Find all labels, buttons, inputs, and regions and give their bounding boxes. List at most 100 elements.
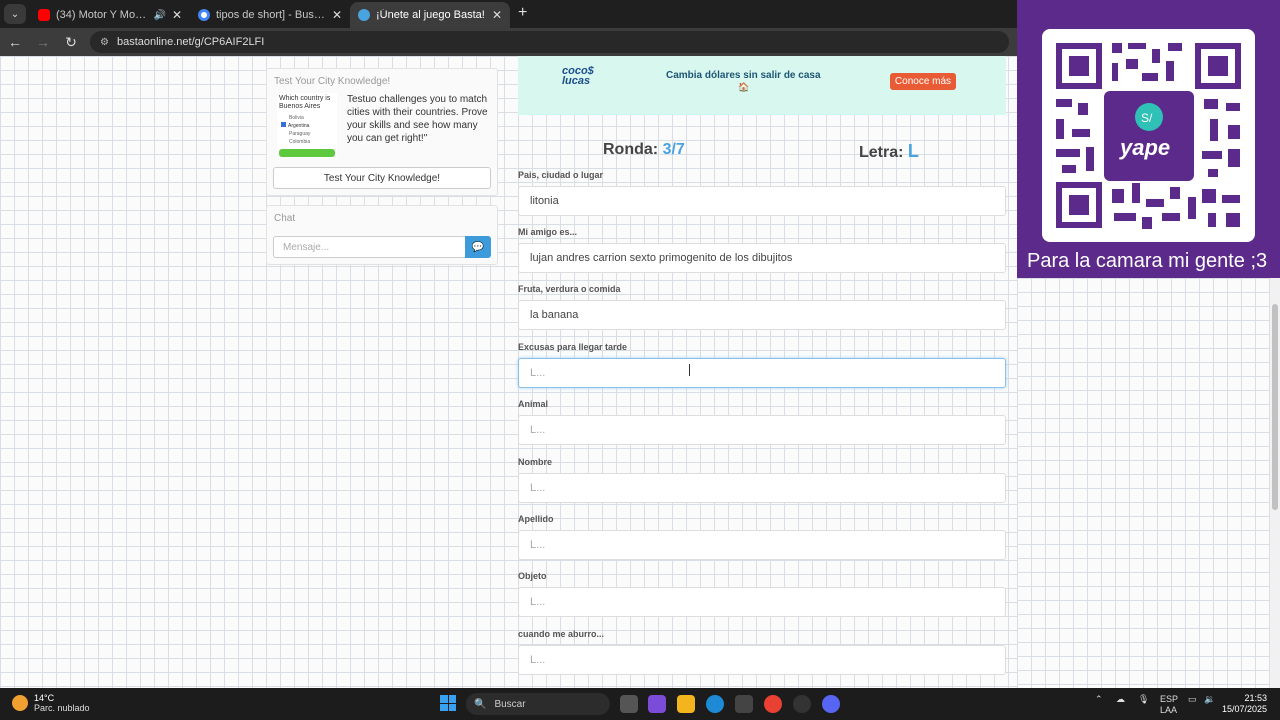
test-city-knowledge-button[interactable]: Test Your City Knowledge! <box>273 167 491 189</box>
round-value: 3/7 <box>662 141 685 158</box>
close-icon[interactable]: ✕ <box>172 8 182 22</box>
store-icon[interactable] <box>735 695 753 713</box>
clock-time: 21:53 <box>1244 693 1268 703</box>
new-tab-icon[interactable]: + <box>510 4 535 28</box>
field-input-amigo[interactable]: lujan andres carrion sexto primogenito d… <box>518 243 1006 273</box>
microphone-icon[interactable]: 🎙 <box>1138 694 1149 705</box>
clock[interactable]: 21:53 15/07/2025 <box>1222 693 1267 715</box>
google-icon <box>198 9 210 21</box>
back-icon[interactable]: ← <box>6 34 24 50</box>
tab-title: ¡Únete al juego Basta! <box>376 9 485 21</box>
field-label-apellido: Apellido <box>518 514 554 524</box>
field-label-amigo: Mi amigo es... <box>518 227 578 237</box>
field-input-aburro[interactable]: L... <box>518 645 1006 675</box>
file-explorer-icon[interactable] <box>677 695 695 713</box>
url-field[interactable]: ⚙ bastaonline.net/g/CP6AIF2LFI <box>90 31 1009 53</box>
tab-search-icon[interactable]: ⌄ <box>4 4 26 24</box>
ad-cta-button[interactable]: Conoce más <box>890 73 956 90</box>
quiz-image-button <box>279 149 335 157</box>
qr-code-graphic: S/ yape <box>1056 43 1241 229</box>
scrollbar-thumb[interactable] <box>1272 304 1278 510</box>
quiz-preview-image[interactable]: Which country is Buenos Aires Bolivia Ar… <box>277 93 337 159</box>
field-input-fruta[interactable]: la banana <box>518 300 1006 330</box>
windows-start-icon[interactable] <box>440 695 456 711</box>
reload-icon[interactable]: ↻ <box>62 34 80 51</box>
stream-overlay: S/ yape Para la camara mi gente ;3 <box>1017 0 1280 278</box>
field-label-fruta: Fruta, verdura o comida <box>518 284 621 294</box>
field-label-nombre: Nombre <box>518 457 553 467</box>
basta-icon <box>358 9 370 21</box>
taskbar-search[interactable]: 🔍 Buscar <box>466 693 610 715</box>
tab-youtube[interactable]: (34) Motor Y Motivo - YouTube 🔊 ✕ <box>30 2 190 28</box>
forward-icon[interactable]: → <box>34 34 52 50</box>
field-input-apellido[interactable]: L... <box>518 530 1006 560</box>
search-icon: 🔍 <box>474 698 487 710</box>
quiz-image-option: Argentina <box>279 122 335 130</box>
qr-code: S/ yape <box>1042 29 1255 242</box>
field-label-pais: Pais, ciudad o lugar <box>518 170 604 180</box>
language-text: ESP <box>1160 694 1179 704</box>
task-view-icon[interactable] <box>620 695 638 713</box>
field-input-excusas[interactable]: L... <box>518 358 1006 388</box>
chat-header: Chat <box>274 213 296 224</box>
discord-icon[interactable] <box>822 695 840 713</box>
address-bar: ← → ↻ ⚙ bastaonline.net/g/CP6AIF2LFI <box>0 28 1017 56</box>
ad-logo-line: lucas <box>562 75 591 87</box>
quiz-card: Test Your City Knowledge! Which country … <box>266 68 498 196</box>
site-info-icon[interactable]: ⚙ <box>100 37 109 48</box>
checkbox-icon <box>281 122 286 127</box>
web-page: Test Your City Knowledge! Which country … <box>0 56 1017 688</box>
quiz-image-question: Which country is Buenos Aires <box>279 95 331 110</box>
ad-banner[interactable]: coco$ lucas Cambia dólares sin salir de … <box>518 56 1006 115</box>
quiz-description: Testuo challenges you to match cities wi… <box>347 94 488 144</box>
network-icon[interactable]: ▭ <box>1188 694 1197 705</box>
chrome-icon[interactable] <box>764 695 782 713</box>
field-input-nombre[interactable]: L... <box>518 473 1006 503</box>
weather-text: Parc. nublado <box>34 703 90 713</box>
cloud-icon[interactable]: ☁ <box>1116 694 1125 705</box>
tab-title: (34) Motor Y Motivo - YouTube <box>56 9 147 21</box>
tab-google-search[interactable]: tipos de short] - Buscar con Google ✕ <box>190 2 350 28</box>
obs-icon[interactable] <box>793 695 811 713</box>
volume-icon[interactable]: 🔉 <box>1204 694 1215 705</box>
close-icon[interactable]: ✕ <box>492 8 502 22</box>
copilot-icon[interactable] <box>648 695 666 713</box>
edge-icon[interactable] <box>706 695 724 713</box>
chat-send-button[interactable]: 💬 <box>465 236 491 258</box>
url-text: bastaonline.net/g/CP6AIF2LFI <box>116 36 265 48</box>
field-label-aburro: cuando me aburro... <box>518 629 605 639</box>
field-label-animal: Animal <box>518 399 549 409</box>
round-label: Ronda: <box>603 141 659 158</box>
quiz-image-option-text: Argentina <box>288 123 310 129</box>
field-input-animal[interactable]: L... <box>518 415 1006 445</box>
language-indicator[interactable]: ESP LAA <box>1160 694 1178 716</box>
chat-bubble-icon: 💬 <box>471 241 485 253</box>
house-icon: 🏠 <box>738 82 750 92</box>
field-input-pais[interactable]: litonia <box>518 186 1006 216</box>
svg-text:S/: S/ <box>1141 111 1153 125</box>
round-indicator: Ronda: 3/7 <box>603 141 685 159</box>
taskbar-search-text: Buscar <box>494 698 526 710</box>
field-label-objeto: Objeto <box>518 571 547 581</box>
overlay-caption: Para la camara mi gente ;3 <box>1027 250 1268 272</box>
screen: ⌄ (34) Motor Y Motivo - YouTube 🔊 ✕ tipo… <box>0 0 1280 720</box>
taskbar: 14°C Parc. nublado 🔍 Buscar ⌃ ☁ 🎙 ESP LA… <box>0 688 1280 720</box>
quiz-header: Test Your City Knowledge! <box>274 76 391 87</box>
weather-icon <box>12 695 28 711</box>
quiz-image-option: Colombia <box>289 139 311 145</box>
clock-date: 15/07/2025 <box>1222 704 1268 714</box>
close-icon[interactable]: ✕ <box>332 8 342 22</box>
weather-widget[interactable]: 14°C Parc. nublado <box>12 693 90 713</box>
tab-basta[interactable]: ¡Únete al juego Basta! ✕ <box>350 2 510 28</box>
yape-logo-text: yape <box>1119 135 1170 160</box>
speaker-icon[interactable]: 🔊 <box>153 10 165 21</box>
text-cursor-icon <box>689 364 693 376</box>
letter-label: Letra: <box>859 144 904 161</box>
ad-logo: coco$ lucas <box>562 66 594 87</box>
field-input-objeto[interactable]: L... <box>518 587 1006 617</box>
chat-message-input[interactable]: Mensaje... <box>273 236 465 258</box>
temperature: 14°C <box>34 693 55 703</box>
tray-chevron-icon[interactable]: ⌃ <box>1095 694 1103 705</box>
quiz-image-option: Paraguay <box>289 131 311 137</box>
web-page-right <box>1017 278 1270 688</box>
